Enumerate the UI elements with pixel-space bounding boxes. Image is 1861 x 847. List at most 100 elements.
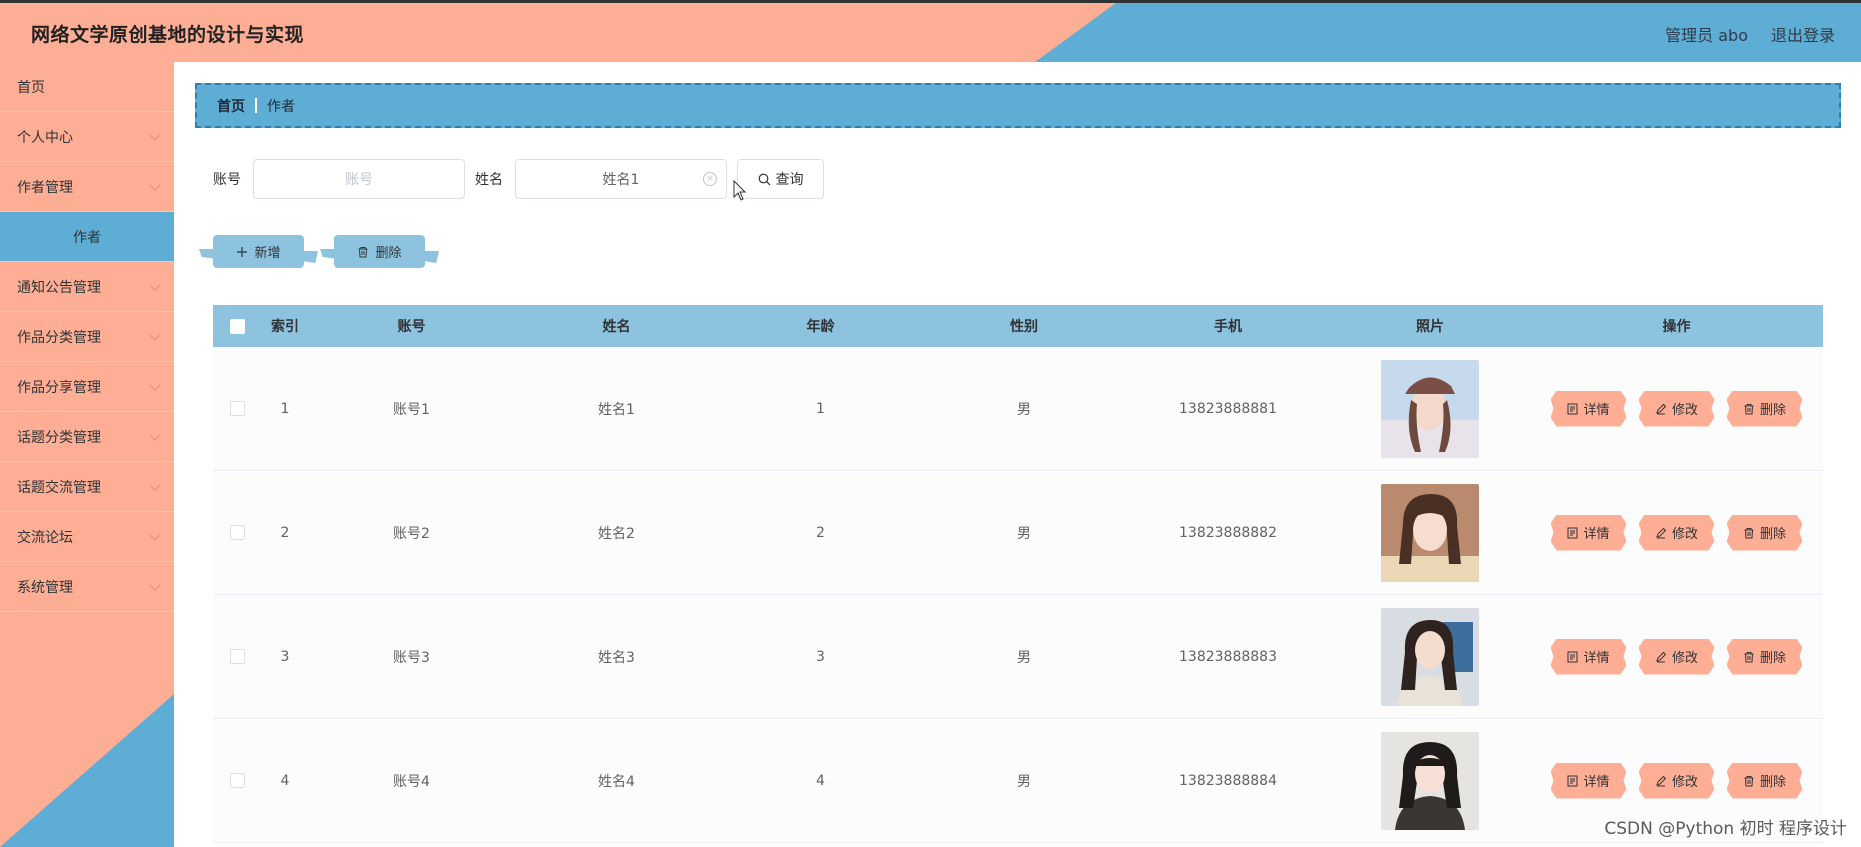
cell-operations: 详情 修改 删除 xyxy=(1530,390,1823,427)
cell-age: 2 xyxy=(816,524,825,541)
logout-button[interactable]: 退出登录 xyxy=(1771,22,1835,46)
add-button[interactable]: 新增 xyxy=(199,235,318,268)
row-checkbox[interactable] xyxy=(229,401,245,416)
sidebar-item-topic-category-management[interactable]: 话题分类管理 xyxy=(0,412,174,462)
sidebar-item-system-management[interactable]: 系统管理 xyxy=(0,562,174,612)
author-photo[interactable] xyxy=(1381,607,1479,706)
breadcrumb-separator xyxy=(255,98,257,113)
column-header-age: 年龄 xyxy=(806,319,835,335)
sidebar-item-forum[interactable]: 交流论坛 xyxy=(0,512,174,562)
detail-button-label: 详情 xyxy=(1583,651,1610,666)
account-label: 账号 xyxy=(213,172,241,188)
row-checkbox-cell xyxy=(213,401,261,416)
author-photo[interactable] xyxy=(1381,483,1479,582)
sidebar-item-label: 交流论坛 xyxy=(17,529,73,546)
action-toolbar: 新增 删除 xyxy=(199,235,439,268)
chevron-down-icon xyxy=(149,534,161,541)
row-checkbox-cell xyxy=(213,649,261,664)
edit-button[interactable]: 修改 xyxy=(1638,762,1715,799)
trash-icon xyxy=(1744,651,1754,662)
detail-button[interactable]: 详情 xyxy=(1550,514,1627,551)
edit-button[interactable]: 修改 xyxy=(1638,638,1715,675)
table-row: 1 账号1 姓名1 1 男 13823888881 详情 修改 删除 xyxy=(213,347,1823,471)
column-header-sex: 性别 xyxy=(1010,319,1038,335)
chevron-down-icon xyxy=(149,434,161,441)
edit-icon xyxy=(1656,651,1667,662)
table-row: 4 账号4 姓名4 4 男 13823888884 详情 修改 删除 xyxy=(213,719,1823,843)
breadcrumb-home[interactable]: 首页 xyxy=(217,96,245,116)
detail-button[interactable]: 详情 xyxy=(1550,762,1627,799)
detail-button-label: 详情 xyxy=(1583,403,1610,418)
cell-account: 账号1 xyxy=(393,401,430,418)
column-header-index: 索引 xyxy=(271,319,299,335)
edit-icon xyxy=(1656,527,1667,538)
author-photo[interactable] xyxy=(1381,359,1479,458)
detail-button[interactable]: 详情 xyxy=(1550,638,1627,675)
cell-photo xyxy=(1330,607,1530,706)
sidebar-item-personal-center[interactable]: 个人中心 xyxy=(0,112,174,162)
sidebar-item-label: 话题分类管理 xyxy=(17,429,101,446)
mouse-cursor-icon xyxy=(733,180,747,201)
chevron-down-icon xyxy=(149,334,161,341)
delete-button[interactable]: 删除 xyxy=(1726,514,1803,551)
query-button[interactable]: 查询 xyxy=(737,159,824,199)
cell-photo xyxy=(1330,731,1530,830)
sidebar-subitem-author[interactable]: 作者 xyxy=(0,212,174,262)
batch-delete-button-label: 删除 xyxy=(375,246,402,261)
edit-button[interactable]: 修改 xyxy=(1638,390,1715,427)
cell-photo xyxy=(1330,359,1530,458)
trash-icon xyxy=(358,246,368,257)
detail-button[interactable]: 详情 xyxy=(1550,390,1627,427)
sidebar-item-author-management[interactable]: 作者管理 xyxy=(0,162,174,212)
app-title: 网络文学原创基地的设计与实现 xyxy=(31,24,305,46)
row-checkbox[interactable] xyxy=(229,773,245,788)
current-user: 管理员 abo xyxy=(1665,26,1748,45)
cell-phone: 13823888882 xyxy=(1179,524,1277,541)
name-search-input[interactable]: 姓名1 × xyxy=(515,159,727,199)
sidebar-item-label: 通知公告管理 xyxy=(17,279,101,296)
column-header-account: 账号 xyxy=(397,319,426,335)
cell-account: 账号3 xyxy=(393,649,430,666)
sidebar-item-label: 话题交流管理 xyxy=(17,479,101,496)
row-checkbox-cell xyxy=(213,525,261,540)
cell-account: 账号4 xyxy=(393,773,430,790)
row-checkbox[interactable] xyxy=(229,525,245,540)
cell-sex: 男 xyxy=(1017,525,1031,542)
header-top-line xyxy=(0,0,1861,3)
cell-operations: 详情 修改 删除 xyxy=(1530,514,1823,551)
sidebar-item-topic-exchange-management[interactable]: 话题交流管理 xyxy=(0,462,174,512)
edit-button-label: 修改 xyxy=(1671,527,1698,542)
cell-index: 1 xyxy=(280,400,290,417)
sidebar-item-work-share-management[interactable]: 作品分享管理 xyxy=(0,362,174,412)
account-search-input[interactable]: 账号 xyxy=(253,159,465,199)
document-icon xyxy=(1567,775,1578,786)
cell-age: 4 xyxy=(816,772,825,789)
document-icon xyxy=(1567,651,1578,662)
button-ribbon-right xyxy=(300,251,318,263)
select-all-checkbox[interactable] xyxy=(229,318,245,334)
cell-operations: 详情 修改 删除 xyxy=(1530,638,1823,675)
cell-phone: 13823888884 xyxy=(1179,772,1277,789)
cell-account: 账号2 xyxy=(393,525,430,542)
cell-index: 4 xyxy=(280,772,290,789)
delete-button[interactable]: 删除 xyxy=(1726,638,1803,675)
edit-button[interactable]: 修改 xyxy=(1638,514,1715,551)
author-photo[interactable] xyxy=(1381,731,1479,830)
sidebar-item-label: 作品分享管理 xyxy=(17,379,101,396)
breadcrumb-current: 作者 xyxy=(267,98,295,115)
chevron-down-icon xyxy=(149,184,161,191)
sidebar-item-home[interactable]: 首页 xyxy=(0,62,174,112)
delete-button[interactable]: 删除 xyxy=(1726,762,1803,799)
cell-sex: 男 xyxy=(1017,649,1031,666)
delete-button-label: 删除 xyxy=(1759,527,1786,542)
batch-delete-button[interactable]: 删除 xyxy=(320,235,439,268)
clear-icon[interactable]: × xyxy=(703,172,717,186)
sidebar-item-notice-management[interactable]: 通知公告管理 xyxy=(0,262,174,312)
sidebar-item-label: 作者 xyxy=(73,229,101,246)
column-header-name: 姓名 xyxy=(602,319,631,335)
row-checkbox[interactable] xyxy=(229,649,245,664)
edit-icon xyxy=(1656,403,1667,414)
cell-photo xyxy=(1330,483,1530,582)
sidebar-item-work-category-management[interactable]: 作品分类管理 xyxy=(0,312,174,362)
delete-button[interactable]: 删除 xyxy=(1726,390,1803,427)
